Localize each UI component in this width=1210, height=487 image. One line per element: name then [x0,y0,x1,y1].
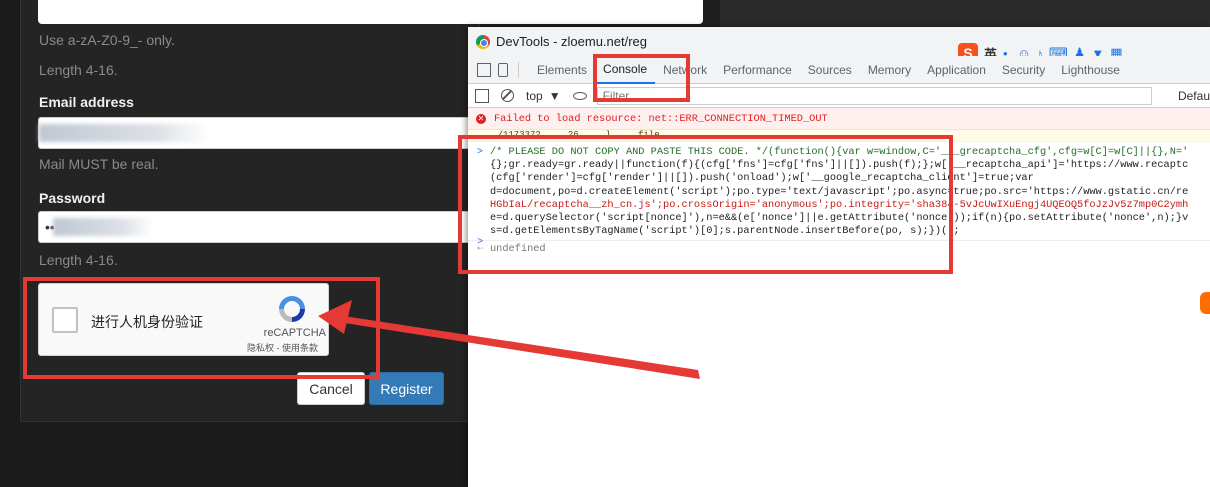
username-length-hint: Length 4-16. [39,62,118,78]
registration-page: Use a-zA-Z0-9_- only. Length 4-16. Email… [0,0,703,487]
tab-security[interactable]: Security [994,56,1053,84]
context-selector[interactable]: top ▼ [526,89,561,103]
sidebar-toggle-icon[interactable] [475,88,489,103]
tab-memory[interactable]: Memory [860,56,919,84]
chrome-icon [476,34,490,49]
tab-lighthouse[interactable]: Lighthouse [1053,56,1128,84]
password-input[interactable]: •• [38,211,478,243]
annotation-box-console-code [458,135,953,274]
tab-application[interactable]: Application [919,56,994,84]
sogou-side-tab-icon[interactable] [1200,292,1210,314]
error-icon: ✕ [476,113,486,124]
live-expression-eye-icon[interactable] [572,91,587,100]
console-error-row: ✕ Failed to load resource: net::ERR_CONN… [468,108,1210,130]
email-blurred-value [39,124,209,142]
username-input[interactable] [38,0,703,24]
email-hint: Mail MUST be real. [39,156,159,172]
console-toolbar: top ▼ Defau [468,84,1210,108]
tab-elements[interactable]: Elements [529,56,595,84]
tab-performance[interactable]: Performance [715,56,800,84]
console-error-text: Failed to load resource: net::ERR_CONNEC… [494,112,828,125]
email-input[interactable] [38,117,478,149]
register-button[interactable]: Register [369,372,444,405]
log-levels-dropdown[interactable]: Defau [1178,89,1210,103]
password-length-hint: Length 4-16. [39,252,118,268]
username-hint: Use a-zA-Z0-9_- only. [39,32,175,48]
context-value: top [526,88,543,103]
devtools-tab-bar: Elements Console Network Performance Sou… [468,56,1210,84]
tab-separator [518,61,519,78]
annotation-box-captcha [23,277,380,379]
device-toolbar-icon[interactable] [498,62,508,77]
inspect-element-icon[interactable] [477,62,491,77]
password-blurred [53,218,153,236]
email-label: Email address [39,94,134,110]
annotation-box-console-tab [593,54,690,102]
chevron-down-icon: ▼ [548,88,561,103]
clear-console-icon[interactable] [501,89,514,102]
background-window [720,0,1210,30]
screenshot-root: Use a-zA-Z0-9_- only. Length 4-16. Email… [0,0,1210,487]
tab-sources[interactable]: Sources [800,56,860,84]
password-label: Password [39,190,106,206]
devtools-title: DevTools - zloemu.net/reg [496,34,648,49]
